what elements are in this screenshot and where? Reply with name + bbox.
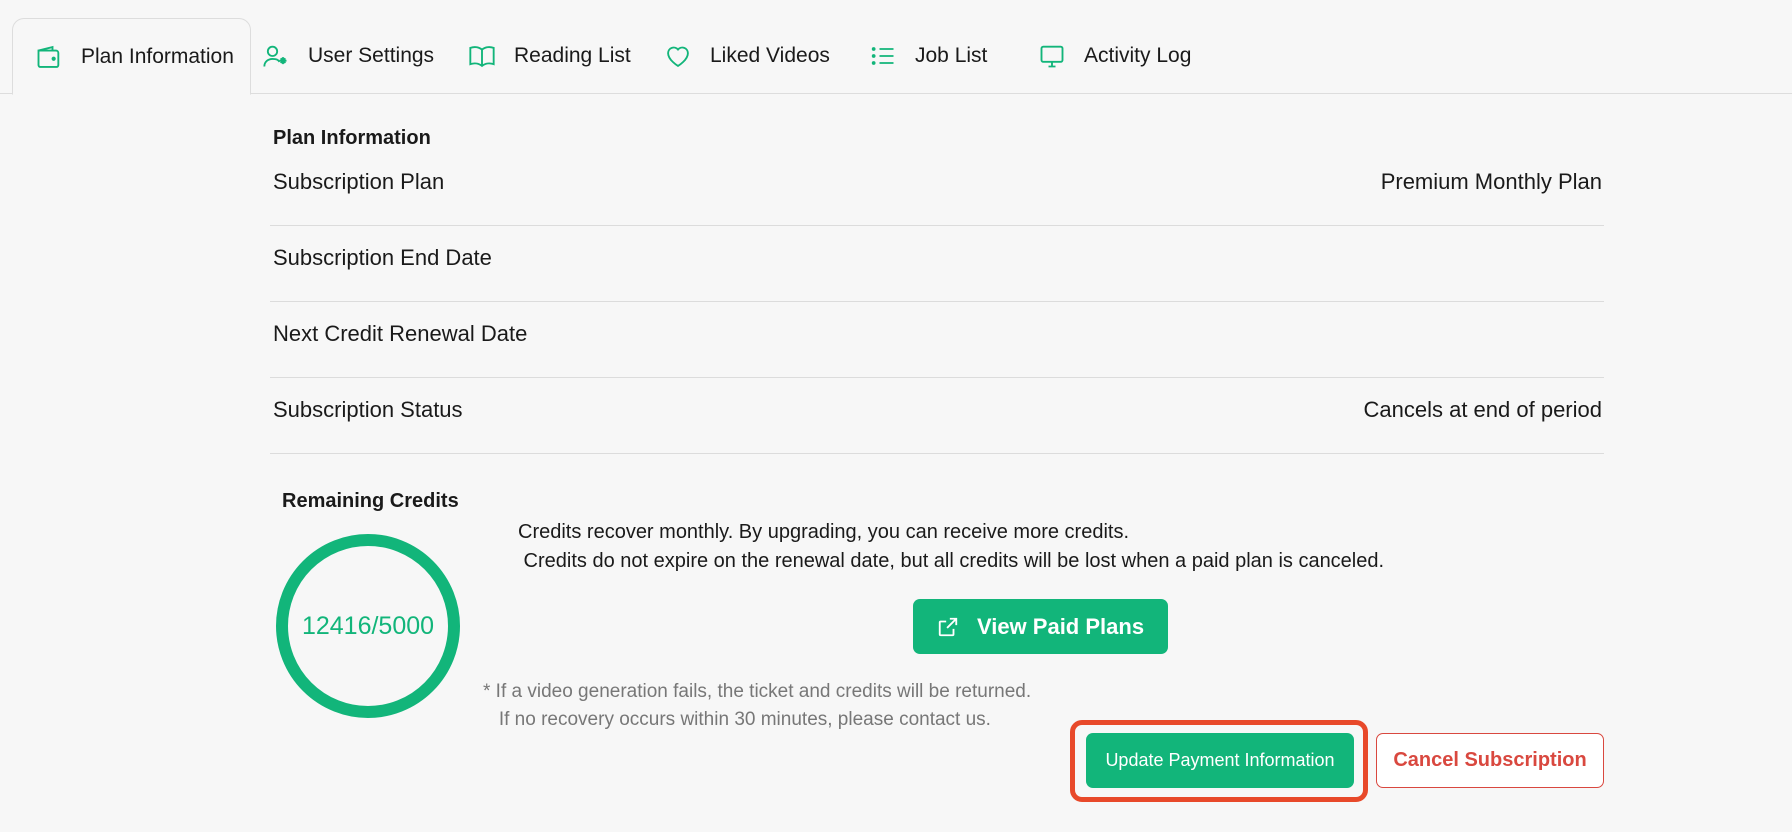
cancel-subscription-button[interactable]: Cancel Subscription — [1376, 733, 1604, 788]
tab-label: Job List — [915, 44, 988, 67]
tab-activity-log[interactable]: Activity Log — [1038, 18, 1191, 94]
row-label: Subscription End Date — [273, 245, 492, 270]
row-label: Subscription Plan — [273, 169, 445, 194]
update-payment-button[interactable]: Update Payment Information — [1086, 733, 1354, 788]
row-label: Subscription Status — [273, 397, 463, 422]
book-icon — [469, 46, 495, 68]
credits-count: 12416/5000 — [301, 611, 435, 640]
tab-label: Reading List — [514, 44, 631, 67]
tab-label: User Settings — [308, 44, 435, 67]
heart-icon — [667, 46, 689, 67]
plan-row-renewal-date: Next Credit Renewal Date — [270, 302, 1604, 378]
view-paid-plans-label: View Paid Plans — [976, 613, 1145, 639]
tab-job-list[interactable]: Job List — [869, 18, 987, 94]
external-link-icon — [938, 617, 958, 636]
wallet-icon — [37, 45, 60, 68]
credits-title: Remaining Credits — [282, 490, 459, 512]
user-gear-icon — [263, 45, 287, 67]
credits-ring: 12416/5000 — [276, 534, 460, 718]
tab-plan-information[interactable]: Plan Information — [12, 18, 251, 95]
tab-label: Plan Information — [81, 44, 234, 68]
tab-liked-videos[interactable]: Liked Videos — [664, 18, 830, 94]
credits-description: Credits recover monthly. By upgrading, y… — [518, 521, 1385, 572]
tab-bar: Plan Information User Settings Reading L… — [0, 0, 1792, 95]
row-label: Next Credit Renewal Date — [273, 321, 528, 346]
plan-information-page: Plan Information User Settings Reading L… — [0, 0, 1792, 832]
plan-row-end-date: Subscription End Date — [270, 226, 1604, 302]
plan-row-status: Subscription Status Cancels at end of pe… — [270, 378, 1604, 454]
plan-row-subscription-plan: Subscription Plan Premium Monthly Plan — [270, 150, 1604, 226]
row-value: Premium Monthly Plan — [1380, 169, 1602, 194]
refund-note: * If a video generation fails, the ticke… — [483, 681, 1032, 730]
tab-user-settings[interactable]: User Settings — [262, 18, 434, 94]
tab-reading-list[interactable]: Reading List — [468, 18, 631, 94]
row-value: Cancels at end of period — [1363, 397, 1603, 422]
section-title: Plan Information — [273, 127, 431, 149]
monitor-icon — [1040, 45, 1064, 68]
list-icon — [871, 47, 894, 65]
tab-label: Liked Videos — [710, 44, 830, 67]
view-paid-plans-button[interactable]: View Paid Plans — [913, 599, 1168, 654]
tab-label: Activity Log — [1084, 44, 1192, 67]
